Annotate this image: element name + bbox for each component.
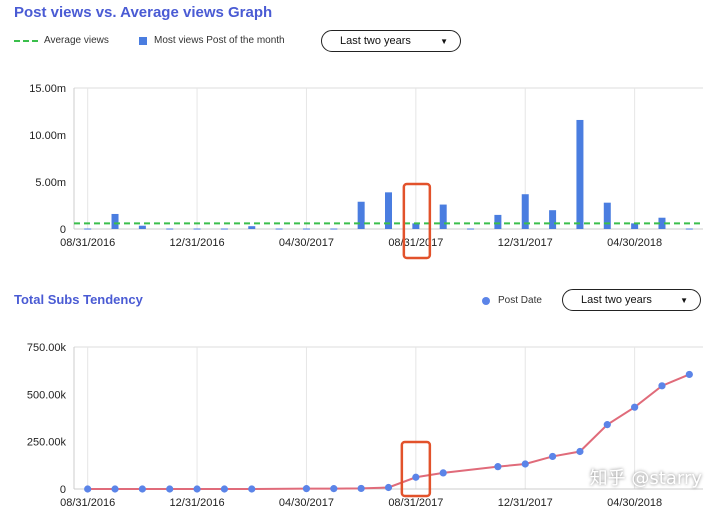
bar [357,201,365,229]
data-point [685,370,693,379]
data-point [412,473,420,481]
data-point [576,447,584,456]
bar [138,225,146,229]
x-tick-label: 04/30/2018 [607,237,662,249]
bar [248,226,256,229]
data-point [166,485,174,493]
data-point [330,485,338,493]
bar [685,228,693,230]
y-tick-label: 0 [60,224,66,236]
chevron-down-icon: ▼ [680,295,688,305]
bar [84,228,92,230]
bar [603,202,611,229]
y-tick-label: 10.00m [29,130,66,142]
chevron-down-icon: ▼ [440,36,448,46]
bar [275,228,283,230]
bar [302,228,310,230]
data-point [84,485,92,493]
bar [467,228,475,230]
square-icon [139,36,147,45]
data-point [248,485,256,493]
bar [576,119,584,229]
chart-title-post-views: Post views vs. Average views Graph [14,4,273,21]
data-point [439,469,447,477]
dropdown-value: Last two years [340,35,411,47]
post-views-bar-chart: 0 5.00m 10.00m 15.00m 08/31/2016 12/31/2016 04… [29,83,703,260]
data-point [384,483,393,492]
x-tick-label: 04/30/2017 [279,237,334,249]
bar [166,228,174,230]
y-tick-label: 5.00m [35,177,66,189]
bar [220,228,228,230]
legend-average-label: Average views [44,35,109,46]
y-tick-label: 750.00k [27,342,67,354]
data-point [494,463,502,471]
x-tick-label: 08/31/2017 [388,237,443,249]
legend-post-date-label: Post Date [498,295,542,306]
x-tick-label: 12/31/2016 [170,497,225,509]
data-point [220,485,229,493]
x-tick-label: 08/31/2016 [60,237,115,249]
y-tick-label: 15.00m [29,83,66,95]
data-point [631,403,639,411]
data-point [658,382,666,390]
y-tick-label: 0 [60,484,66,496]
dashed-line-icon [14,39,38,42]
legend-average-views[interactable]: Average views [14,35,109,46]
data-point [548,452,557,461]
watermark: 知乎 @starry [589,468,702,489]
bar [111,213,119,229]
x-tick-label: 12/31/2017 [498,497,553,509]
data-point [138,485,146,493]
bar [494,214,502,229]
legend-post-date[interactable]: Post Date [482,295,542,306]
bar [330,228,338,230]
dropdown-value: Last two years [581,294,652,306]
period-dropdown-total-subs[interactable]: Last two years ▼ [562,289,701,311]
x-tick-label: 08/31/2016 [60,497,115,509]
data-point [357,484,365,493]
x-tick-label: 08/31/2017 [388,497,443,509]
legend-most-views[interactable]: Most views Post of the month [139,35,285,46]
data-point [603,421,611,429]
legend-most-views-label: Most views Post of the month [154,35,285,46]
dot-icon [482,296,490,305]
x-tick-label: 12/31/2017 [498,237,553,249]
y-tick-label: 500.00k [27,389,67,401]
bar [549,210,557,229]
period-dropdown-post-views[interactable]: Last two years ▼ [321,30,461,52]
y-tick-label: 250.00k [27,437,67,449]
data-point [521,460,529,468]
x-tick-label: 04/30/2018 [607,497,662,509]
chart-title-total-subs: Total Subs Tendency [14,292,143,307]
bar [193,228,201,230]
x-tick-label: 04/30/2017 [279,497,334,509]
data-point [111,485,119,493]
bar [439,204,447,229]
data-point [193,485,201,493]
x-tick-label: 12/31/2016 [170,237,225,249]
data-point [302,485,311,493]
